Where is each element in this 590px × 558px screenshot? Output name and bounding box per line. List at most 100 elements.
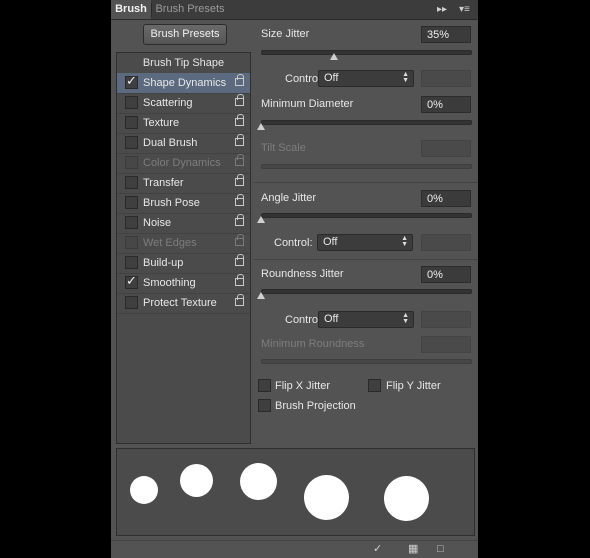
list-item-dual-brush[interactable]: Dual Brush	[117, 133, 250, 154]
list-item-shape-dynamics[interactable]: Shape Dynamics	[117, 73, 250, 94]
select-arrows-icon: ▲ ▼	[402, 71, 409, 84]
panel-bottom-bar: ✓ ▦ □	[111, 540, 478, 558]
size-jitter-slider[interactable]	[261, 50, 472, 55]
list-item-wet-edges: Wet Edges	[117, 233, 250, 254]
tab-bar: Brush Brush Presets ▸▸ ▾≡	[111, 0, 478, 20]
brush-settings-list: Brush Tip Shape Shape Dynamics Scattering…	[116, 52, 251, 444]
select-arrows-icon: ▲ ▼	[401, 235, 408, 248]
lock-icon[interactable]	[235, 174, 244, 186]
list-item-build-up[interactable]: Build-up	[117, 253, 250, 274]
list-item-label: Color Dynamics	[143, 157, 221, 169]
angle-jitter-slider[interactable]	[261, 213, 472, 218]
flip-y-jitter-checkbox[interactable]	[368, 379, 381, 392]
lock-icon[interactable]	[235, 134, 244, 146]
list-item-scattering[interactable]: Scattering	[117, 93, 250, 114]
control-select-3-value: Off	[324, 313, 339, 325]
minimum-roundness-input	[421, 336, 471, 353]
brush-projection-checkbox[interactable]	[258, 399, 271, 412]
lock-icon[interactable]	[235, 294, 244, 306]
preview-dab	[240, 463, 277, 500]
roundness-jitter-slider-thumb[interactable]	[257, 292, 265, 299]
angle-jitter-slider-thumb[interactable]	[257, 216, 265, 223]
list-item-label: Protect Texture	[143, 297, 217, 309]
preview-dab	[304, 475, 349, 520]
tab-brush-presets[interactable]: Brush Presets	[152, 0, 228, 19]
lock-icon[interactable]	[235, 214, 244, 226]
control-select-2-value: Off	[323, 236, 338, 248]
control-label-2: Control:	[274, 237, 313, 249]
angle-jitter-label: Angle Jitter	[261, 192, 317, 204]
list-item-texture[interactable]: Texture	[117, 113, 250, 134]
lock-icon[interactable]	[235, 94, 244, 106]
lock-icon[interactable]	[235, 194, 244, 206]
checkbox	[125, 236, 138, 249]
angle-jitter-input[interactable]: 0%	[421, 190, 471, 207]
size-jitter-input[interactable]: 35%	[421, 26, 471, 43]
control-select-3[interactable]: Off ▲ ▼	[318, 311, 414, 328]
checkbox	[125, 156, 138, 169]
brush-presets-button[interactable]: Brush Presets	[143, 24, 227, 45]
lock-icon[interactable]	[235, 274, 244, 286]
list-item-label: Wet Edges	[143, 237, 197, 249]
section-divider	[253, 259, 478, 260]
checkbox[interactable]	[125, 296, 138, 309]
grid-icon[interactable]: ▦	[408, 543, 418, 555]
panel-menu-icon[interactable]: ▾≡	[459, 4, 470, 15]
checkbox[interactable]	[125, 216, 138, 229]
list-item-brush-pose[interactable]: Brush Pose	[117, 193, 250, 214]
size-jitter-slider-thumb[interactable]	[330, 53, 339, 60]
tilt-scale-slider	[261, 164, 472, 169]
roundness-jitter-input[interactable]: 0%	[421, 266, 471, 283]
control-1-extra-field	[421, 70, 471, 87]
double-chevron-right-icon[interactable]: ▸▸	[437, 4, 447, 15]
section-divider	[253, 182, 478, 183]
checkbox[interactable]	[125, 96, 138, 109]
list-item-label: Transfer	[143, 177, 184, 189]
roundness-jitter-slider[interactable]	[261, 289, 472, 294]
checkbox[interactable]	[125, 73, 138, 89]
brush-tip-shape-item[interactable]: Brush Tip Shape	[117, 53, 250, 74]
brush-tip-icon[interactable]: ✓	[373, 543, 382, 555]
preview-dab	[130, 476, 158, 504]
lock-icon[interactable]	[235, 254, 244, 266]
list-item-label: Smoothing	[143, 277, 196, 289]
checkbox[interactable]	[125, 273, 138, 289]
checkbox[interactable]	[125, 136, 138, 149]
tilt-scale-input	[421, 140, 471, 157]
control-select-1-value: Off	[324, 72, 339, 84]
list-item-label: Build-up	[143, 257, 184, 269]
list-item-protect-texture[interactable]: Protect Texture	[117, 293, 250, 314]
list-item-noise[interactable]: Noise	[117, 213, 250, 234]
flip-x-jitter-checkbox[interactable]	[258, 379, 271, 392]
flip-y-jitter-label: Flip Y Jitter	[386, 380, 441, 392]
list-item-label: Noise	[143, 217, 172, 229]
control-select-2[interactable]: Off ▲ ▼	[317, 234, 413, 251]
lock-icon	[235, 234, 244, 246]
size-jitter-label: Size Jitter	[261, 28, 310, 40]
preview-dab	[180, 464, 213, 497]
list-item-smoothing[interactable]: Smoothing	[117, 273, 250, 294]
minimum-diameter-input[interactable]: 0%	[421, 96, 471, 113]
list-item-transfer[interactable]: Transfer	[117, 173, 250, 194]
roundness-jitter-label: Roundness Jitter	[261, 268, 344, 280]
checkbox[interactable]	[125, 176, 138, 189]
list-item-label: Texture	[143, 117, 180, 129]
checkbox[interactable]	[125, 116, 138, 129]
minimum-diameter-label: Minimum Diameter	[261, 98, 354, 110]
tab-brush[interactable]: Brush	[111, 0, 151, 19]
lock-icon	[235, 154, 244, 166]
control-select-1[interactable]: Off ▲ ▼	[318, 70, 414, 87]
lock-icon[interactable]	[235, 74, 244, 86]
minimum-diameter-slider-thumb[interactable]	[257, 123, 265, 130]
select-arrows-icon: ▲ ▼	[402, 312, 409, 325]
minimum-roundness-label: Minimum Roundness	[261, 338, 365, 350]
checkbox[interactable]	[125, 196, 138, 209]
minimum-diameter-slider[interactable]	[261, 120, 472, 125]
checkbox[interactable]	[125, 256, 138, 269]
tilt-scale-label: Tilt Scale	[261, 142, 306, 154]
brush-projection-label: Brush Projection	[275, 400, 356, 412]
lock-icon[interactable]	[235, 114, 244, 126]
flip-x-jitter-label: Flip X Jitter	[275, 380, 331, 392]
list-item-label: Dual Brush	[143, 137, 198, 149]
new-preset-icon[interactable]: □	[437, 543, 444, 555]
